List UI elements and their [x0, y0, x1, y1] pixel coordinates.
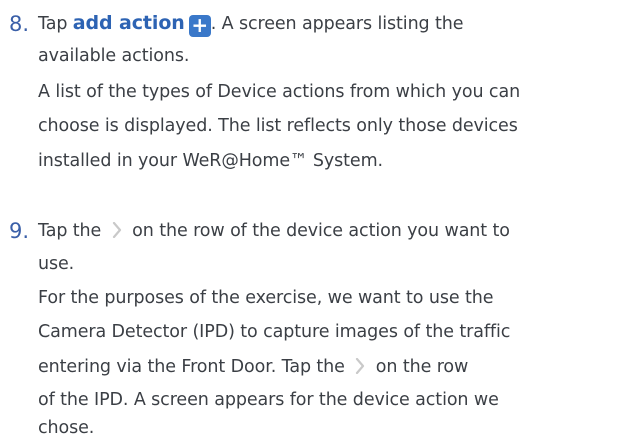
step-8-line-5: installed in your WeR@Home™ System.	[38, 151, 384, 171]
chevron-right-icon	[107, 222, 127, 238]
plus-glyph: +	[191, 13, 209, 37]
step-8-line-1-rest: . A screen appears listing the	[210, 14, 464, 34]
step-9-line-5: entering via the Front Door. Tap the on …	[38, 358, 468, 377]
step-9-line-6: of the IPD. A screen appears for the dev…	[38, 390, 499, 410]
step-8-line-3: A list of the types of Device actions fr…	[38, 82, 521, 102]
step-9-line-1: Tap the on the row of the device action …	[38, 222, 510, 241]
plus-icon: +	[188, 13, 211, 37]
step-8-tap-text: Tap	[38, 14, 73, 34]
step-9-line-5-start: entering via the Front Door. Tap the	[38, 357, 351, 377]
add-action-label: add action	[72, 12, 185, 34]
chevron-right-icon	[350, 358, 370, 374]
step-9-line-5-rest: on the row	[370, 357, 469, 377]
step-9-tap-text: Tap the	[38, 221, 107, 241]
step-8-line-4: choose is displayed. The list reflects o…	[38, 116, 518, 136]
step-8-line-1: Tap add action +. A screen appears listin…	[38, 12, 464, 37]
step-9-line-4: Camera Detector (IPD) to capture images …	[38, 322, 511, 342]
step-9-line-3: For the purposes of the exercise, we wan…	[38, 288, 494, 308]
step-9-line-2: use.	[38, 254, 75, 274]
step-9-line-1-rest: on the row of the device action you want…	[126, 221, 510, 241]
step-8-line-2: available actions.	[38, 46, 190, 66]
step-9-line-7: chose.	[38, 418, 95, 438]
step-8-number: 8.	[9, 12, 30, 36]
step-9-number: 9.	[9, 219, 30, 243]
